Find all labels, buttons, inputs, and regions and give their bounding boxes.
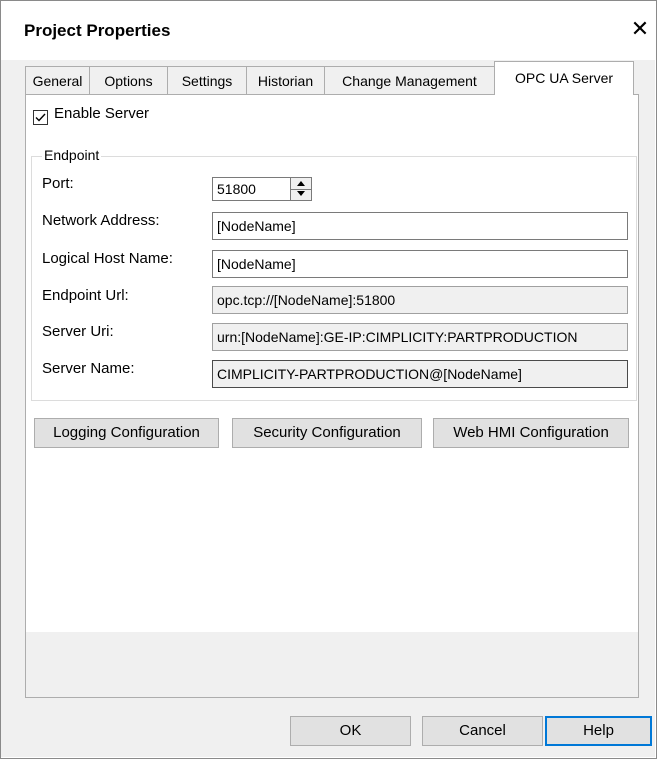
ok-button[interactable]: OK bbox=[290, 716, 411, 746]
port-spinner[interactable] bbox=[290, 177, 312, 201]
help-button[interactable]: Help bbox=[545, 716, 652, 746]
arrow-up-icon bbox=[297, 181, 305, 186]
endpoint-url-field: opc.tcp://[NodeName]:51800 bbox=[212, 286, 628, 314]
server-uri-field: urn:[NodeName]:GE-IP:CIMPLICITY:PARTPROD… bbox=[212, 323, 628, 351]
port-input[interactable]: 51800 bbox=[212, 177, 291, 201]
close-icon[interactable]: ✕ bbox=[629, 15, 651, 43]
tab-general[interactable]: General bbox=[25, 66, 90, 94]
tab-options[interactable]: Options bbox=[89, 66, 168, 94]
network-address-label: Network Address: bbox=[42, 212, 160, 229]
title-bar: Project Properties ✕ bbox=[1, 1, 656, 61]
enable-server-label[interactable]: Enable Server bbox=[54, 105, 149, 122]
endpoint-legend: Endpoint bbox=[42, 147, 102, 163]
panel-footer-area bbox=[26, 632, 638, 697]
server-uri-label: Server Uri: bbox=[42, 323, 114, 340]
checkmark-icon bbox=[35, 113, 46, 122]
dialog-title: Project Properties bbox=[24, 21, 171, 40]
web-hmi-configuration-button[interactable]: Web HMI Configuration bbox=[433, 418, 629, 448]
tab-change-management[interactable]: Change Management bbox=[324, 66, 495, 94]
spin-down-button[interactable] bbox=[291, 189, 311, 200]
enable-server-checkbox[interactable] bbox=[33, 110, 48, 125]
endpoint-url-label: Endpoint Url: bbox=[42, 287, 129, 304]
network-address-input[interactable]: [NodeName] bbox=[212, 212, 628, 240]
security-configuration-button[interactable]: Security Configuration bbox=[232, 418, 422, 448]
cancel-button[interactable]: Cancel bbox=[422, 716, 543, 746]
logical-host-name-label: Logical Host Name: bbox=[42, 250, 173, 267]
server-name-label: Server Name: bbox=[42, 360, 135, 377]
arrow-down-icon bbox=[297, 191, 305, 196]
server-name-field[interactable]: CIMPLICITY-PARTPRODUCTION@[NodeName] bbox=[212, 360, 628, 388]
tab-settings[interactable]: Settings bbox=[167, 66, 247, 94]
tab-historian[interactable]: Historian bbox=[246, 66, 325, 94]
logical-host-name-input[interactable]: [NodeName] bbox=[212, 250, 628, 278]
port-label: Port: bbox=[42, 175, 74, 192]
tab-opc-ua-server[interactable]: OPC UA Server bbox=[494, 61, 634, 95]
logging-configuration-button[interactable]: Logging Configuration bbox=[34, 418, 219, 448]
